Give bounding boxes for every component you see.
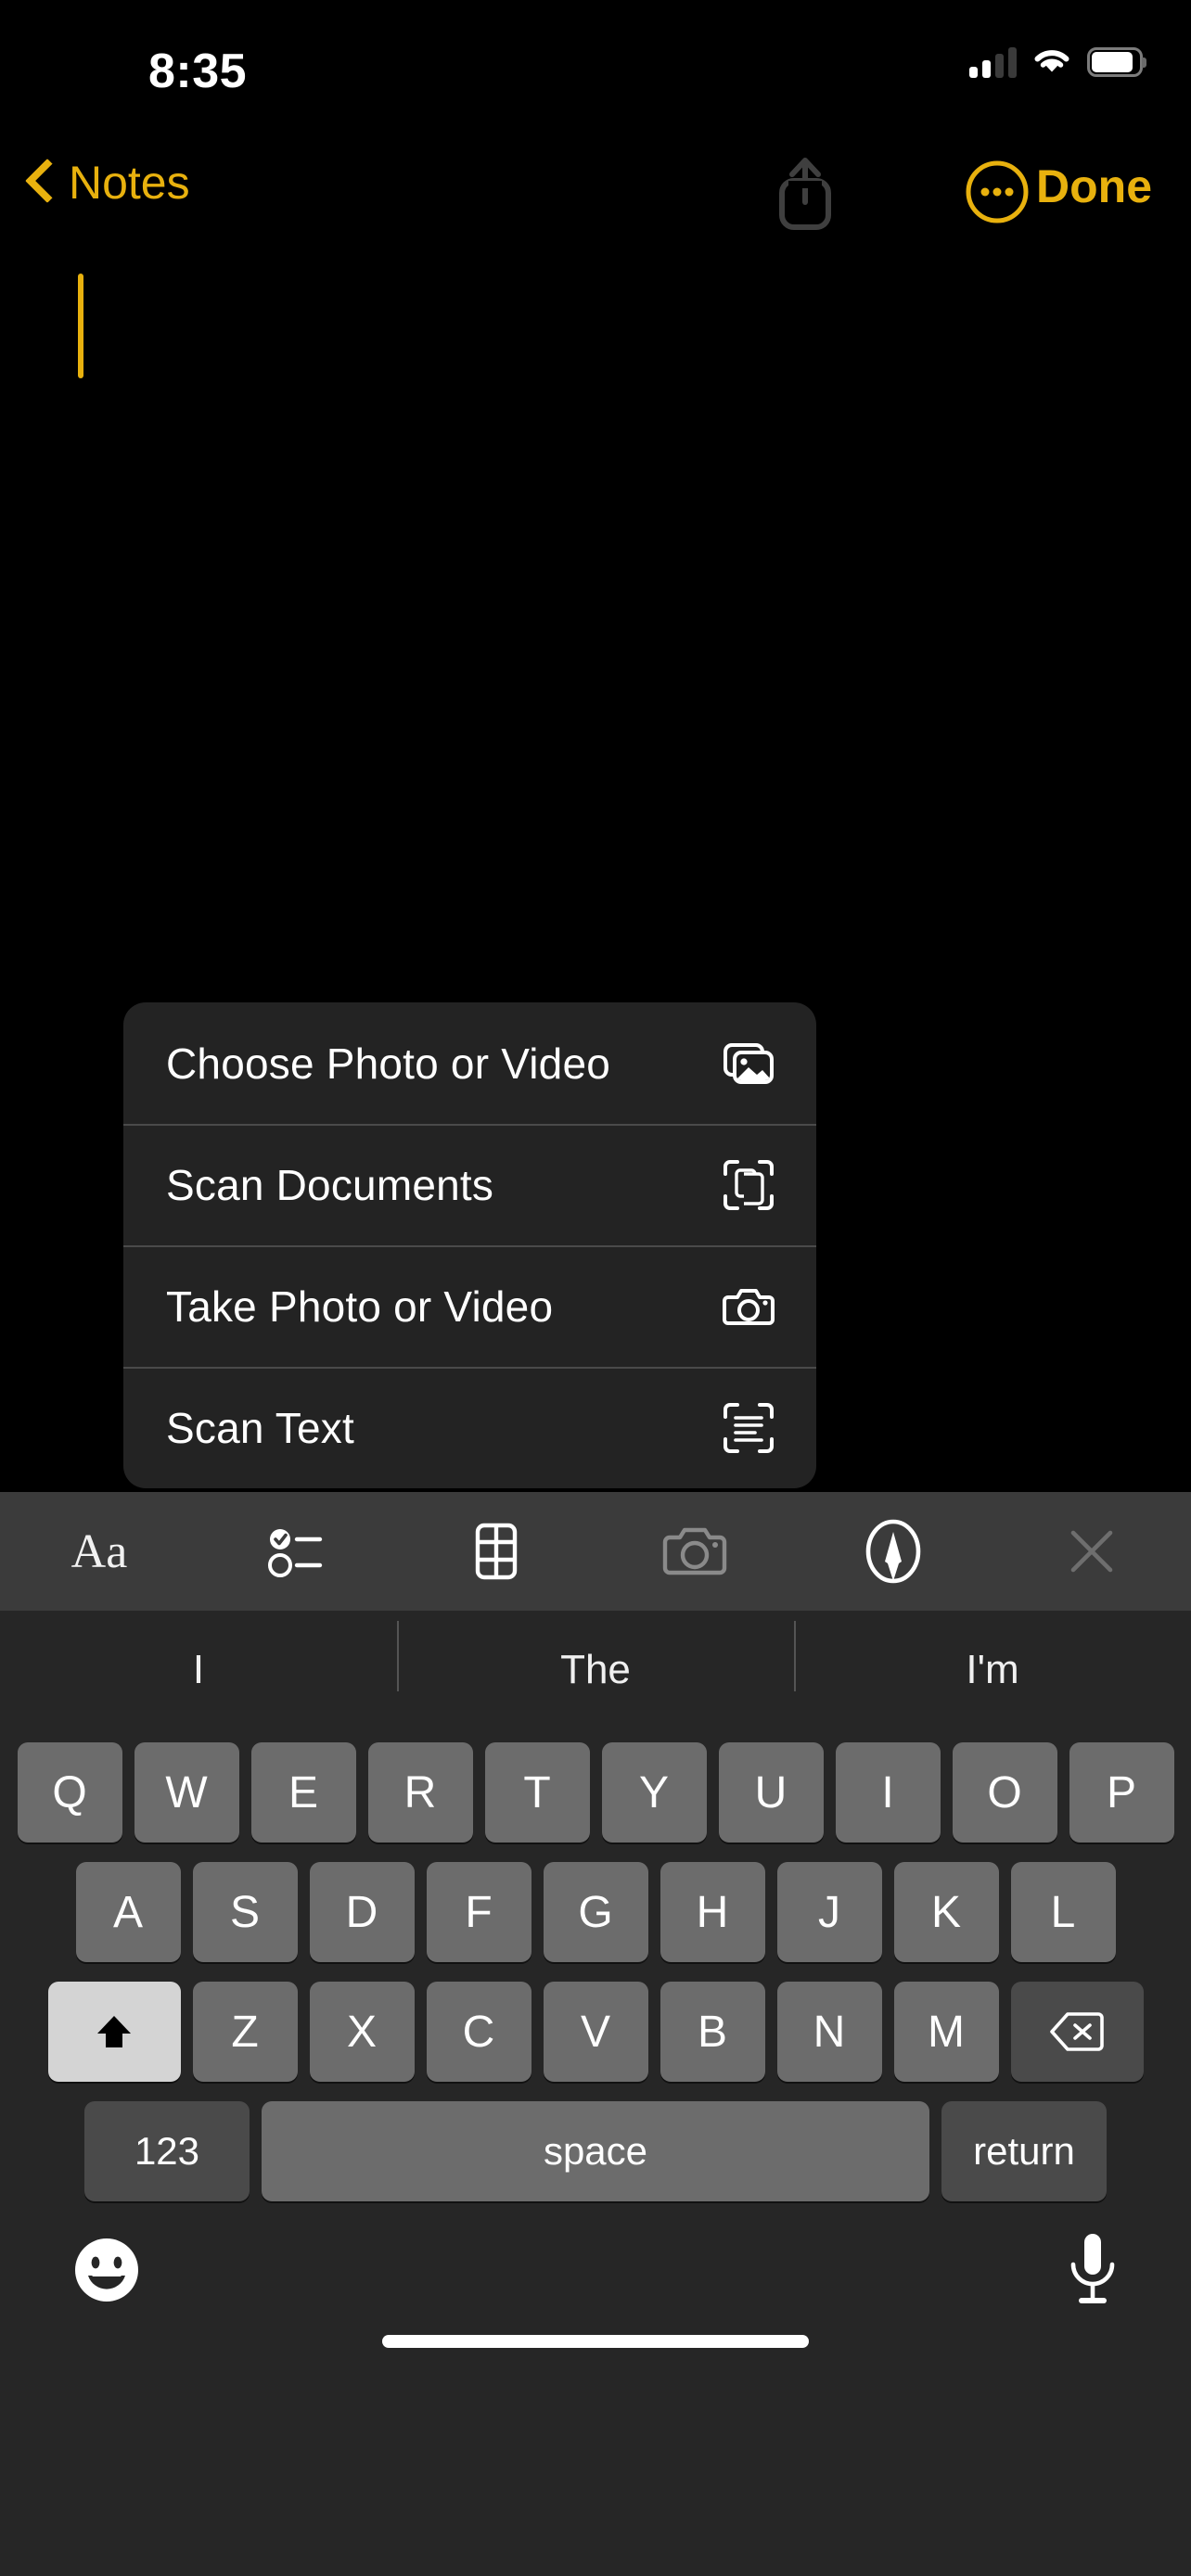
key-s[interactable]: S <box>192 1862 298 1962</box>
key-q[interactable]: Q <box>17 1742 122 1843</box>
scan-document-icon <box>722 1158 775 1212</box>
done-button[interactable]: Done <box>1036 159 1152 213</box>
iphone-screen: 8:35 Notes Done Choose Photo or Video Sc… <box>0 0 1191 2576</box>
menu-item-scan-documents[interactable]: Scan Documents <box>123 1124 816 1245</box>
text-caret <box>78 274 83 378</box>
menu-item-label: Choose Photo or Video <box>166 1039 611 1088</box>
shift-up-arrow-icon <box>97 2016 131 2047</box>
aa-text-format-icon: Aa <box>70 1524 128 1578</box>
key-f[interactable]: F <box>426 1862 531 1962</box>
key-z[interactable]: Z <box>192 1982 298 2082</box>
camera-icon <box>662 1527 727 1575</box>
home-indicator[interactable] <box>382 2335 809 2348</box>
key-w[interactable]: W <box>134 1742 239 1843</box>
key-g[interactable]: G <box>543 1862 648 1962</box>
key-e[interactable]: E <box>250 1742 356 1843</box>
keyboard-row-3: Z X C V B N M <box>0 1982 1191 2082</box>
key-n[interactable]: N <box>776 1982 882 2082</box>
key-c[interactable]: C <box>426 1982 531 2082</box>
status-bar-time: 8:35 <box>148 45 248 98</box>
checklist-icon <box>268 1529 323 1577</box>
key-a[interactable]: A <box>75 1862 181 1962</box>
prediction-0[interactable]: I <box>0 1647 397 1693</box>
key-y[interactable]: Y <box>601 1742 707 1843</box>
markup-button[interactable] <box>794 1492 992 1611</box>
backspace-delete-icon <box>1050 2012 1104 2051</box>
format-text-button[interactable]: Aa <box>0 1492 198 1611</box>
predictive-text-bar: I The I'm <box>0 1611 1191 1729</box>
backspace-key[interactable] <box>1010 1982 1144 2082</box>
return-key[interactable]: return <box>941 2101 1107 2201</box>
share-icon <box>779 158 831 230</box>
key-d[interactable]: D <box>309 1862 415 1962</box>
prediction-1[interactable]: The <box>397 1621 794 1693</box>
status-bar-indicators <box>969 46 1146 78</box>
keyboard-row-1: Q W E R T Y U I O P <box>0 1742 1191 1843</box>
keyboard-bottom-bar <box>0 2222 1191 2361</box>
key-o[interactable]: O <box>952 1742 1057 1843</box>
menu-item-label: Take Photo or Video <box>166 1282 554 1331</box>
key-h[interactable]: H <box>660 1862 765 1962</box>
key-x[interactable]: X <box>309 1982 415 2082</box>
key-t[interactable]: T <box>484 1742 590 1843</box>
keyboard-row-4: 123 space return <box>0 2101 1191 2201</box>
attachment-context-menu: Choose Photo or Video Scan Documents Tak… <box>123 1002 816 1488</box>
emoji-smiley-icon <box>75 2238 138 2302</box>
menu-item-label: Scan Text <box>166 1403 354 1452</box>
photo-stack-icon <box>722 1037 775 1090</box>
menu-item-choose-photo-or-video[interactable]: Choose Photo or Video <box>123 1002 816 1124</box>
battery-icon <box>1087 47 1146 77</box>
back-button-label: Notes <box>69 157 190 209</box>
close-keyboard-button[interactable] <box>992 1492 1191 1611</box>
navigation-bar: Notes Done <box>0 148 1191 250</box>
camera-icon <box>722 1280 775 1333</box>
table-icon <box>475 1523 518 1580</box>
key-b[interactable]: B <box>660 1982 765 2082</box>
camera-button[interactable] <box>596 1492 794 1611</box>
key-l[interactable]: L <box>1010 1862 1116 1962</box>
key-r[interactable]: R <box>367 1742 473 1843</box>
cellular-signal-icon <box>969 46 1017 78</box>
menu-item-label: Scan Documents <box>166 1160 494 1209</box>
shift-key[interactable] <box>47 1982 181 2082</box>
table-button[interactable] <box>397 1492 596 1611</box>
chevron-left-icon <box>24 156 56 210</box>
emoji-keyboard-button[interactable] <box>70 2233 144 2307</box>
close-x-icon <box>1070 1530 1113 1573</box>
key-u[interactable]: U <box>718 1742 824 1843</box>
numeric-keyboard-key[interactable]: 123 <box>84 2101 250 2201</box>
dictation-button[interactable] <box>1064 2231 1121 2309</box>
scan-text-icon <box>722 1401 775 1455</box>
key-v[interactable]: V <box>543 1982 648 2082</box>
status-bar: 8:35 <box>0 0 1191 109</box>
key-p[interactable]: P <box>1069 1742 1174 1843</box>
microphone-icon <box>1070 2234 1115 2303</box>
key-i[interactable]: I <box>835 1742 941 1843</box>
more-options-button[interactable] <box>965 159 1030 224</box>
key-k[interactable]: K <box>893 1862 999 1962</box>
checklist-button[interactable] <box>198 1492 397 1611</box>
menu-item-take-photo-or-video[interactable]: Take Photo or Video <box>123 1245 816 1367</box>
keyboard-row-2: A S D F G H J K L <box>0 1862 1191 1962</box>
ellipsis-circle-icon <box>966 160 1029 223</box>
share-button[interactable] <box>770 150 840 236</box>
markup-pen-circle-icon <box>865 1519 921 1584</box>
menu-item-scan-text[interactable]: Scan Text <box>123 1367 816 1488</box>
software-keyboard: I The I'm Q W E R T Y U I O P A S D F G … <box>0 1611 1191 2576</box>
prediction-2[interactable]: I'm <box>794 1621 1191 1693</box>
note-format-toolbar: Aa <box>0 1492 1191 1611</box>
back-to-notes-button[interactable]: Notes <box>24 156 190 210</box>
key-m[interactable]: M <box>893 1982 999 2082</box>
key-j[interactable]: J <box>776 1862 882 1962</box>
space-key[interactable]: space <box>262 2101 929 2201</box>
wifi-icon <box>1034 50 1069 72</box>
